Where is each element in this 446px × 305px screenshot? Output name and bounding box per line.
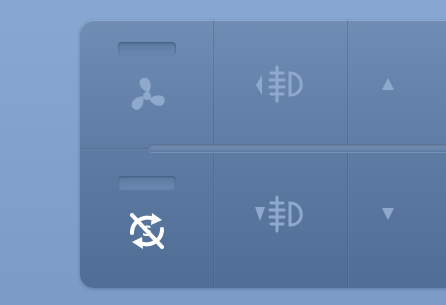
arrow-up-icon <box>380 76 396 92</box>
headlight-level-up-icon <box>250 61 314 107</box>
recirculation-indicator <box>118 176 176 190</box>
fan-indicator <box>118 42 176 56</box>
recirculation-off-icon: S <box>122 207 172 255</box>
recirculation-off-button[interactable]: S <box>80 150 214 278</box>
headlight-level-down-button[interactable] <box>215 150 349 278</box>
control-panel: S <box>80 20 446 288</box>
headlight-level-down-icon <box>250 191 314 237</box>
fan-button[interactable] <box>80 20 214 148</box>
fan-icon <box>125 74 169 118</box>
svg-text:S: S <box>142 224 152 240</box>
headlight-level-up-button[interactable] <box>215 20 349 148</box>
arrow-down-button[interactable] <box>349 150 446 278</box>
arrow-down-icon <box>380 206 396 222</box>
arrow-up-button[interactable] <box>349 20 446 148</box>
